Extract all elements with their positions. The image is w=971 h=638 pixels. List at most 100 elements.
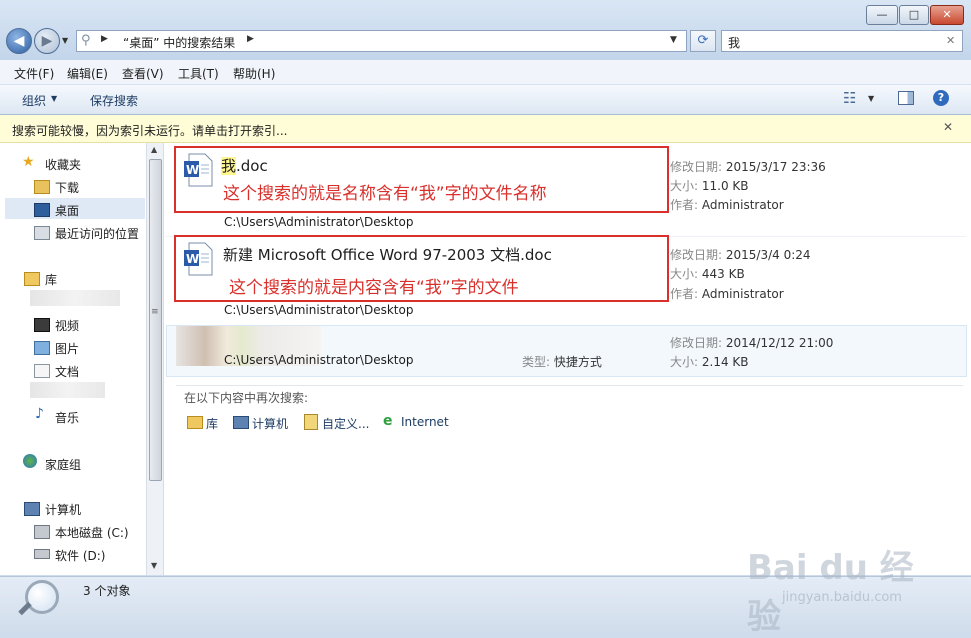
forward-button[interactable]: ▶ [34, 28, 60, 54]
homegroup-icon [23, 454, 37, 468]
search-again-computer[interactable]: 计算机 [252, 415, 288, 432]
modified-date: 2015/3/17 23:36 [725, 160, 826, 174]
file-path: C:\Users\Administrator\Desktop [224, 353, 414, 367]
nav-scrollbar[interactable]: ▲ ≡ ▼ [146, 143, 163, 575]
file-name[interactable]: 新建 Microsoft Office Word 97-2003 文档.doc [223, 244, 552, 265]
separator [176, 385, 963, 386]
custom-folder-icon [304, 414, 318, 430]
favorites-star-icon: ★ [22, 154, 35, 170]
close-button[interactable]: ✕ [930, 5, 964, 25]
clear-search-icon[interactable]: ✕ [946, 34, 955, 47]
scroll-thumb[interactable] [149, 159, 162, 481]
file-author: Administrator [701, 198, 784, 212]
author-label: 作者: [670, 198, 699, 212]
blurred-item [30, 382, 105, 398]
local-disk-icon [34, 525, 50, 539]
search-query[interactable]: 我 [728, 34, 740, 51]
watermark-logo: Bai du 经验 [747, 548, 914, 637]
nav-item-music[interactable]: 音乐 [55, 409, 79, 426]
drive-icon [34, 549, 50, 559]
save-search-button[interactable]: 保存搜索 [90, 92, 138, 109]
breadcrumb-chevron-icon[interactable]: ▶ [101, 34, 108, 44]
recent-pages-dropdown-icon[interactable]: ▼ [62, 36, 68, 45]
nav-item-software-drive[interactable]: 软件 (D:) [55, 547, 105, 564]
computer-icon [24, 502, 40, 516]
annotation-text: 这个搜索的就是名称含有“我”字的文件名称 [223, 184, 547, 204]
organize-dropdown-icon[interactable]: ▼ [51, 94, 57, 103]
scroll-up-icon[interactable]: ▲ [151, 145, 157, 154]
breadcrumb[interactable]: “桌面” 中的搜索结果 [123, 34, 235, 51]
nav-item-favorites[interactable]: 收藏夹 [45, 156, 81, 173]
menu-edit[interactable]: 编辑(E) [67, 65, 108, 82]
search-input[interactable]: 我 ✕ [721, 30, 963, 52]
nav-item-local-disk[interactable]: 本地磁盘 (C:) [55, 524, 129, 541]
minimize-button[interactable]: — [866, 5, 898, 25]
modified-label: 修改日期: [670, 248, 723, 262]
search-folder-icon: ⚲ [81, 33, 91, 48]
author-label: 作者: [670, 287, 699, 301]
scroll-grip-icon: ≡ [151, 307, 159, 317]
organize-button[interactable]: 组织 [22, 92, 46, 109]
desktop-icon [34, 203, 50, 217]
menu-help[interactable]: 帮助(H) [233, 65, 275, 82]
file-size: 11.0 KB [701, 179, 749, 193]
file-size: 2.14 KB [701, 355, 749, 369]
size-label: 大小: [670, 179, 699, 193]
search-again-label: 在以下内容中再次搜索: [184, 391, 309, 405]
nav-item-computer[interactable]: 计算机 [45, 501, 81, 518]
annotation-text: 这个搜索的就是内容含有“我”字的文件 [229, 278, 519, 298]
preview-pane-icon[interactable] [898, 91, 914, 105]
search-hit-highlight: 我 [221, 157, 237, 175]
file-extension: .doc [236, 157, 268, 175]
modified-label: 修改日期: [670, 336, 723, 350]
menu-file[interactable]: 文件(F) [14, 65, 54, 82]
modified-date: 2014/12/12 21:00 [725, 336, 834, 350]
file-name[interactable]: 我.doc [221, 155, 268, 176]
internet-icon: e [383, 413, 393, 429]
menu-view[interactable]: 查看(V) [122, 65, 164, 82]
nav-item-desktop[interactable]: 桌面 [55, 202, 79, 219]
view-dropdown-icon[interactable]: ▼ [868, 94, 874, 103]
close-info-bar-icon[interactable]: ✕ [943, 120, 953, 134]
nav-item-videos[interactable]: 视频 [55, 317, 79, 334]
search-again-custom[interactable]: 自定义... [322, 415, 369, 432]
file-author: Administrator [701, 287, 784, 301]
nav-item-pictures[interactable]: 图片 [55, 340, 79, 357]
libraries-icon [24, 272, 40, 286]
type-label: 类型: [522, 355, 551, 369]
file-path: C:\Users\Administrator\Desktop [224, 215, 414, 229]
size-label: 大小: [670, 267, 699, 281]
address-dropdown-icon[interactable]: ▼ [670, 35, 677, 45]
maximize-button[interactable]: □ [899, 5, 929, 25]
back-button[interactable]: ◀ [6, 28, 32, 54]
nav-item-recent-places[interactable]: 最近访问的位置 [55, 225, 139, 242]
modified-date: 2015/3/4 0:24 [725, 248, 811, 262]
file-type: 快捷方式 [553, 355, 602, 369]
nav-item-downloads[interactable]: 下载 [55, 179, 79, 196]
search-magnifier-icon [25, 580, 59, 614]
command-bar [0, 85, 971, 115]
nav-item-libraries[interactable]: 库 [45, 271, 57, 288]
file-path: C:\Users\Administrator\Desktop [224, 303, 414, 317]
scroll-down-icon[interactable]: ▼ [151, 561, 157, 570]
blurred-item [30, 290, 120, 306]
view-options-icon[interactable]: ☷ [843, 89, 856, 107]
nav-item-documents[interactable]: 文档 [55, 363, 79, 380]
info-bar-text[interactable]: 搜索可能较慢，因为索引未运行。请单击打开索引... [12, 122, 287, 139]
music-icon: ♪ [35, 406, 44, 422]
watermark-url: jingyan.baidu.com [782, 590, 902, 605]
nav-item-homegroup[interactable]: 家庭组 [45, 456, 81, 473]
computer-icon [233, 416, 249, 429]
info-bar[interactable]: 搜索可能较慢，因为索引未运行。请单击打开索引... ✕ [0, 115, 971, 143]
address-bar[interactable]: ⚲ ▶ “桌面” 中的搜索结果 ▶ ▼ [76, 30, 687, 52]
refresh-icon[interactable]: ⟳ [690, 30, 716, 52]
help-icon[interactable]: ? [933, 90, 949, 106]
search-again-libraries[interactable]: 库 [206, 415, 218, 432]
menu-tools[interactable]: 工具(T) [178, 65, 219, 82]
videos-icon [34, 318, 50, 332]
pictures-icon [34, 341, 50, 355]
modified-label: 修改日期: [670, 160, 723, 174]
search-again-internet[interactable]: Internet [401, 415, 449, 429]
file-size: 443 KB [701, 267, 745, 281]
breadcrumb-chevron-icon[interactable]: ▶ [247, 34, 254, 44]
